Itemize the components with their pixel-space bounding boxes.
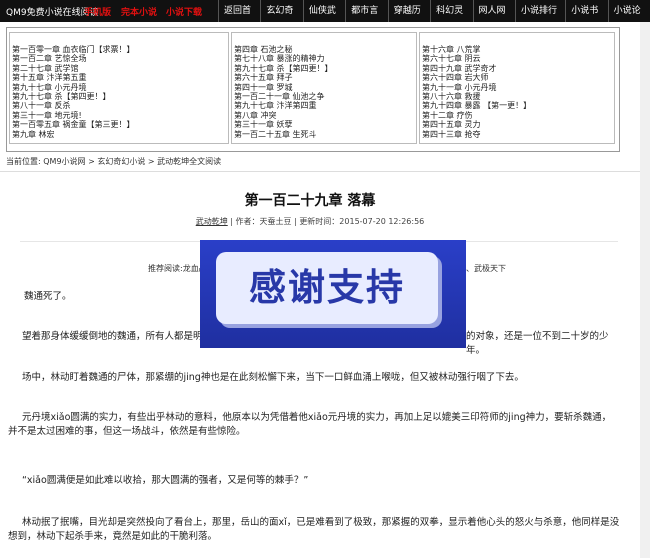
chapter-link[interactable]: 第四十五章 灵力 xyxy=(422,120,614,129)
breadcrumb-separator-icon: > xyxy=(88,157,98,166)
chapter-link[interactable]: 第十五章 汴洋第五重 xyxy=(12,73,228,82)
nav-library[interactable]: 小说书库 xyxy=(565,0,607,38)
chapter-title: 第一百二十九章 落幕 xyxy=(244,193,376,209)
breadcrumb-category[interactable]: 玄幻奇幻小说 xyxy=(97,157,145,166)
chapter-link[interactable]: 第六十四章 岩大师 xyxy=(422,73,614,82)
paragraph: “xiǎo圆满便是如此难以收拾，那大圆满的强者，又是何等的棘手？” xyxy=(22,475,309,486)
breadcrumb: 当前位置: QM9小说网 > 玄幻奇幻小说 > 武动乾坤全文阅读 xyxy=(6,156,221,167)
top-bar: QM9免费小说在线阅读 手机版 完本小说 小说下载 返回首页 玄幻奇幻 仙侠武侠… xyxy=(0,0,650,38)
chapter-link[interactable]: 第十六章 八荒掌 xyxy=(422,45,614,54)
chapter-link[interactable]: 第九十七章 小元丹境 xyxy=(12,83,228,92)
nav-wuxia[interactable]: 仙侠武侠 xyxy=(302,0,345,38)
chapter-link[interactable]: 第八章 冲突 xyxy=(234,111,416,120)
paragraph: 的对象，还是一位不到二十岁的少年。 xyxy=(466,331,609,356)
chapter-link[interactable]: 第九章 林宏 xyxy=(12,130,228,139)
chapter-links-panel: 第一百零一章 血衣临门【求票！】 第一百二章 艺惊全场 第二十七章 武学馆 第十… xyxy=(6,27,620,152)
chapter-link[interactable]: 第四十三章 抢夺 xyxy=(422,130,614,139)
divider xyxy=(0,171,640,172)
mobile-link[interactable]: 手机版 xyxy=(84,5,111,18)
banner-text: 感谢支持 xyxy=(249,266,405,309)
author-text: 作者：天蚕土豆 xyxy=(235,217,292,226)
paragraph: 元丹境xiǎo圆满的实力，有些出乎林动的意料，他原本以为凭借着他xiǎo元丹境的… xyxy=(8,412,612,437)
chapter-link[interactable]: 第三十一章 地元境! xyxy=(12,111,228,120)
update-time: 更新时间：2015-07-20 12:26:56 xyxy=(299,217,425,226)
nav-fantasy[interactable]: 玄幻奇幻 xyxy=(260,0,302,38)
chapter-link[interactable]: 第九十一章 小元丹境 xyxy=(422,83,614,92)
chapter-column-1: 第一百零一章 血衣临门【求票！】 第一百二章 艺惊全场 第二十七章 武学馆 第十… xyxy=(9,32,229,144)
chapter-link[interactable]: 第四十九章 武学奇才 xyxy=(422,64,614,73)
chapter-link[interactable]: 第十二章 疗伤 xyxy=(422,111,614,120)
chapter-link[interactable]: 第九十四章 暴露 【第一更！】 xyxy=(422,101,614,110)
chapter-link[interactable]: 第九十七章 杀【第四更！】 xyxy=(234,64,416,73)
chapter-link[interactable]: 第八十一章 反杀 xyxy=(12,101,228,110)
chapter-link[interactable]: 第三十一章 妖孽 xyxy=(234,120,416,129)
chapter-link[interactable]: 第一百零五章 祸金童【第三更！】 xyxy=(12,120,228,129)
nav-games[interactable]: 网人网游 xyxy=(472,0,515,38)
chapter-column-3: 第十六章 八荒掌 第六十七章 阴云 第四十九章 武学奇才 第六十四章 岩大师 第… xyxy=(419,32,615,144)
paragraph: 林动抿了抿嘴，目光却是突然投向了看台上，那里，岳山的面xǐ，已是难看到了极致，那… xyxy=(8,517,620,542)
book-link[interactable]: 武动乾坤 xyxy=(196,217,228,226)
chapter-link[interactable]: 第六十七章 阴云 xyxy=(422,54,614,63)
breadcrumb-separator-icon: > xyxy=(147,157,158,166)
chapter-link[interactable]: 第一百二章 艺惊全场 xyxy=(12,54,228,63)
chapter-link[interactable]: 第六十五章 拜子 xyxy=(234,73,416,82)
chapter-meta: 武动乾坤 | 作者：天蚕土豆 | 更新时间：2015-07-20 12:26:5… xyxy=(0,216,620,227)
scrollbar[interactable] xyxy=(640,22,650,558)
breadcrumb-book[interactable]: 武动乾坤全文阅读 xyxy=(157,157,221,166)
breadcrumb-label: 当前位置: xyxy=(6,157,41,166)
thanks-banner[interactable]: 感谢支持 xyxy=(200,240,466,348)
chapter-column-2: 第四章 石池之秘 第七十八章 暴涨的精神力 第九十七章 杀【第四更！】 第六十五… xyxy=(231,32,417,144)
chapter-link[interactable]: 第一百零一章 血衣临门【求票！】 xyxy=(12,45,228,54)
chapter-link[interactable]: 第四十一章 罗城 xyxy=(234,83,416,92)
nav-rankings[interactable]: 小说排行榜 xyxy=(514,0,565,38)
recommend-right[interactable]: 、武极天下 xyxy=(466,263,506,274)
nav-history[interactable]: 穿越历史 xyxy=(387,0,430,38)
paragraph: 望着那身体缓缓倒地的魏通，所有人都是明白 xyxy=(22,331,213,342)
nav-scifi[interactable]: 科幻灵异 xyxy=(430,0,472,38)
paragraph: 场中，林动盯着魏通的尸体，那紧绷的jing神也是在此刻松懈下来，当下一口鲜血涌上… xyxy=(22,372,524,383)
nav-forum[interactable]: 小说论坛 xyxy=(607,0,650,38)
download-link[interactable]: 小说下载 xyxy=(166,5,202,18)
banner-plate: 感谢支持 xyxy=(216,252,438,324)
main-nav: 返回首页 玄幻奇幻 仙侠武侠 都市言情 穿越历史 科幻灵异 网人网游 小说排行榜… xyxy=(218,0,650,38)
nav-romance[interactable]: 都市言情 xyxy=(345,0,387,38)
chapter-link[interactable]: 第二十七章 武学馆 xyxy=(12,64,228,73)
chapter-link[interactable]: 第九十七章 汴洋第四重 xyxy=(234,101,416,110)
chapter-link[interactable]: 第七十八章 暴涨的精神力 xyxy=(234,54,416,63)
chapter-link[interactable]: 第四章 石池之秘 xyxy=(234,45,416,54)
nav-home[interactable]: 返回首页 xyxy=(218,0,260,38)
chapter-link[interactable]: 第一百二十五章 生死斗 xyxy=(234,130,416,139)
finished-novels-link[interactable]: 完本小说 xyxy=(121,5,157,18)
breadcrumb-home[interactable]: QM9小说网 xyxy=(43,157,85,166)
